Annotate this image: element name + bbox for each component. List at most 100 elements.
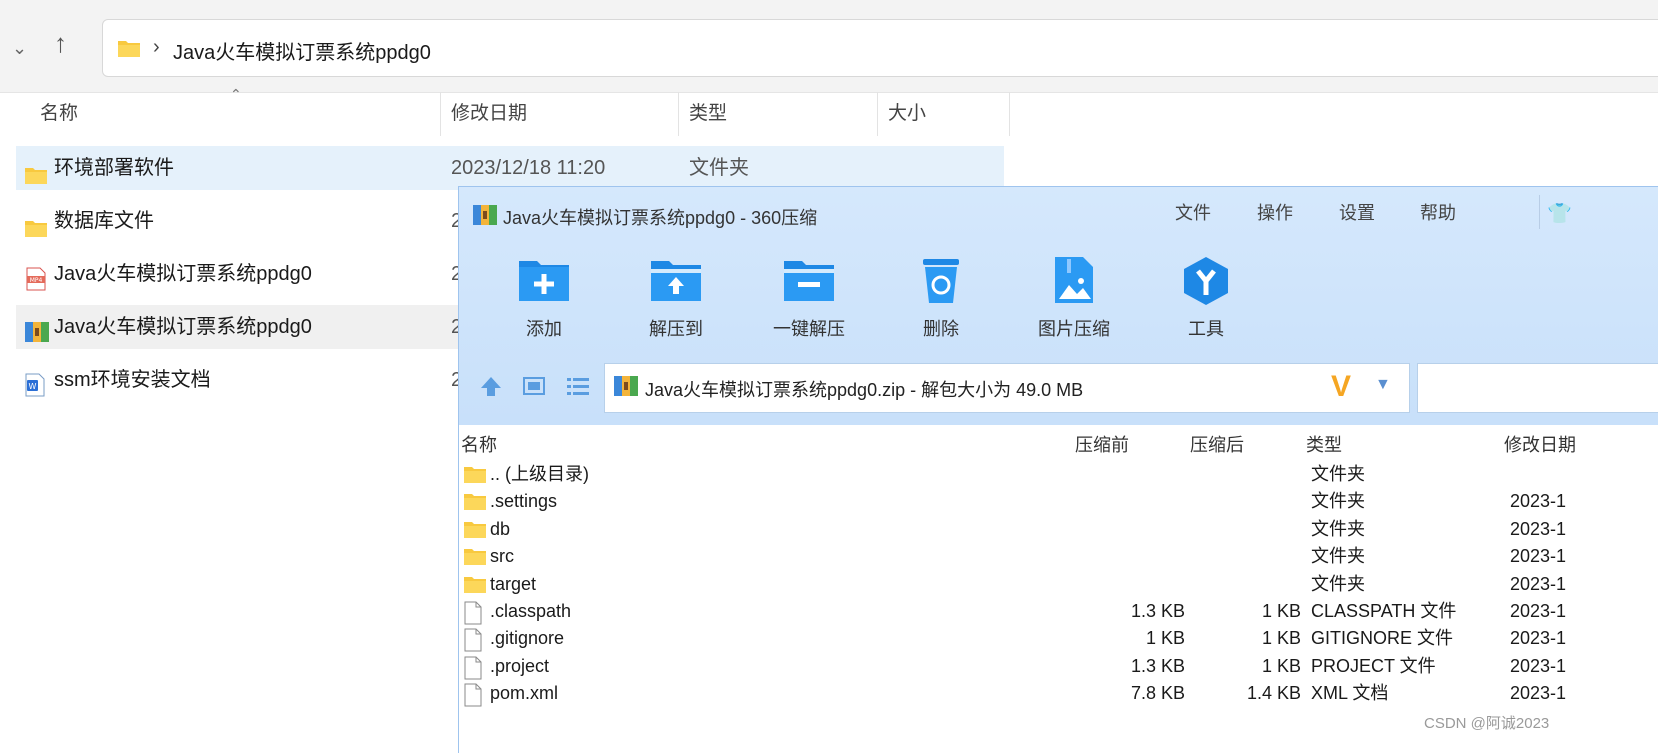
image-compress-button[interactable]: 图片压缩 [1014,255,1134,339]
file-type: 文件夹 [689,157,749,179]
column-name[interactable]: 名称 [40,92,78,136]
zip-file-row[interactable]: db 文件夹 2023-1 [459,516,1658,543]
zip-file-name: src [490,546,514,567]
image-compress-icon [1055,257,1093,303]
zip-file-date: 2023-1 [1510,683,1567,704]
delete-label: 删除 [923,319,959,339]
menu-settings[interactable]: 设置 [1339,199,1375,225]
zip-archive-icon [472,203,498,232]
zip-file-row[interactable]: .project 1.3 KB 1 KB PROJECT 文件 2023-1 [459,653,1658,680]
file-row[interactable]: 环境部署软件 2023/12/18 11:20 文件夹 [16,146,1004,190]
file-icon [463,683,483,715]
menu-operate[interactable]: 操作 [1257,199,1293,225]
file-date: 2023/12/18 11:20 [451,157,606,179]
v-logo-icon[interactable]: V [1331,370,1351,404]
zip-file-type: XML 文档 [1311,683,1389,704]
add-button[interactable]: 添加 [484,255,604,339]
sort-ascending-icon: ⌃ [230,86,242,102]
file-name: 环境部署软件 [54,157,174,179]
zip-file-row[interactable]: src 文件夹 2023-1 [459,543,1658,570]
column-type[interactable]: 类型 [689,92,727,136]
chevron-down-icon[interactable]: ⌄ [12,38,27,59]
zip-address-row: Java火车模拟订票系统ppdg0.zip - 解包大小为 49.0 MB V … [459,359,1658,415]
zip-size-after: 1.4 KB [1246,683,1301,704]
zip-file-name: .. (上级目录) [490,464,589,484]
column-modified[interactable]: 修改日期 [451,92,527,136]
zip-file-name: .project [490,655,550,676]
zip-column-before[interactable]: 压缩前 [1075,431,1129,457]
zip-column-name[interactable]: 名称 [461,431,497,457]
zip-file-date: 2023-1 [1510,518,1567,539]
zip-file-date: 2023-1 [1510,546,1567,567]
zip-file-row[interactable]: .gitignore 1 KB 1 KB GITIGNORE 文件 2023-1 [459,625,1658,652]
zip-column-type[interactable]: 类型 [1306,431,1342,457]
add-icon [519,261,569,301]
zip-size-after: 1 KB [1261,655,1301,676]
zip-size-before: 1 KB [1145,628,1185,649]
zip-archive-icon [613,374,639,403]
explorer-navigation-bar: ⌄ ↑ › Java火车模拟订票系统ppdg0 [0,0,1658,93]
extract-to-icon [651,261,701,301]
explorer-address-bar[interactable]: › Java火车模拟订票系统ppdg0 [102,19,1658,77]
dropdown-arrow-icon[interactable]: ▼ [1375,376,1391,394]
one-click-extract-label: 一键解压 [773,319,845,339]
folder-icon [24,210,48,254]
watermark: CSDN @阿诚2023 [1424,715,1550,732]
zip-address-text: Java火车模拟订票系统ppdg0.zip - 解包大小为 49.0 MB [645,380,1084,400]
zip-size-before: 7.8 KB [1130,683,1185,704]
delete-button[interactable]: 删除 [881,255,1001,339]
zip-file-row[interactable]: .classpath 1.3 KB 1 KB CLASSPATH 文件 2023-1 [459,598,1658,625]
folder-icon [24,157,48,201]
zip-file-row[interactable]: .settings 文件夹 2023-1 [459,488,1658,515]
zip-size-after: 1 KB [1261,601,1301,621]
zip-file-row[interactable]: .. (上级目录) 文件夹 [459,461,1658,488]
zip-file-name: .settings [490,491,558,512]
zip-search-input[interactable] [1417,363,1658,413]
zip-file-name: .classpath [490,601,572,621]
breadcrumb-separator: › [153,36,160,58]
zip-file-row[interactable]: pom.xml 7.8 KB 1.4 KB XML 文档 2023-1 [459,680,1658,707]
add-label: 添加 [526,319,562,339]
zip-header-area: Java火车模拟订票系统ppdg0 - 360压缩 文件 操作 设置 帮助 👕 … [459,187,1658,425]
mp4-file-icon: MP4 [24,263,48,307]
up-arrow-icon[interactable] [479,375,503,402]
zip-size-before: 1.3 KB [1130,655,1185,676]
zip-column-date[interactable]: 修改日期 [1504,431,1576,457]
thumbnail-view-icon[interactable] [522,375,546,402]
zip-file-type: GITIGNORE 文件 [1311,628,1454,649]
zip-file-type: 文件夹 [1311,573,1365,594]
svg-text:W: W [29,382,37,391]
tools-hexagon-icon [1184,257,1228,305]
zip-file-row[interactable]: target 文件夹 2023-1 [459,571,1658,598]
tools-label: 工具 [1188,319,1224,339]
one-click-extract-icon [784,261,834,301]
zip-file-name: target [490,573,537,594]
zip-address-bar[interactable]: Java火车模拟订票系统ppdg0.zip - 解包大小为 49.0 MB V … [604,363,1410,413]
list-view-icon[interactable] [565,375,591,402]
zip-file-type: CLASSPATH 文件 [1311,601,1457,621]
zip-file-type: 文件夹 [1311,491,1365,512]
zip-file-date: 2023-1 [1510,628,1567,649]
extract-to-button[interactable]: 解压到 [616,255,736,339]
one-click-extract-button[interactable]: 一键解压 [749,255,869,339]
menu-file[interactable]: 文件 [1175,199,1211,225]
zip-file-type: 文件夹 [1311,464,1365,484]
zip-size-after: 1 KB [1261,628,1301,649]
column-size[interactable]: 大小 [888,92,926,136]
file-name: Java火车模拟订票系统ppdg0 [54,263,312,285]
file-name: Java火车模拟订票系统ppdg0 [54,316,312,338]
zip-column-after[interactable]: 压缩后 [1190,431,1244,457]
folder-icon [117,38,141,63]
zip-size-before: 1.3 KB [1130,601,1185,621]
zip-file-type: 文件夹 [1311,546,1365,567]
zip-file-type: 文件夹 [1311,518,1365,539]
up-arrow-icon[interactable]: ↑ [54,28,67,59]
image-compress-label: 图片压缩 [1038,319,1110,339]
tools-button[interactable]: 工具 [1146,255,1266,339]
zip-file-name: db [490,518,511,539]
menu-help[interactable]: 帮助 [1420,199,1456,225]
breadcrumb-path[interactable]: Java火车模拟订票系统ppdg0 [173,36,431,65]
zip-archive-icon [24,316,50,360]
zip-file-date: 2023-1 [1510,573,1567,594]
skin-shirt-icon[interactable]: 👕 [1547,201,1572,226]
